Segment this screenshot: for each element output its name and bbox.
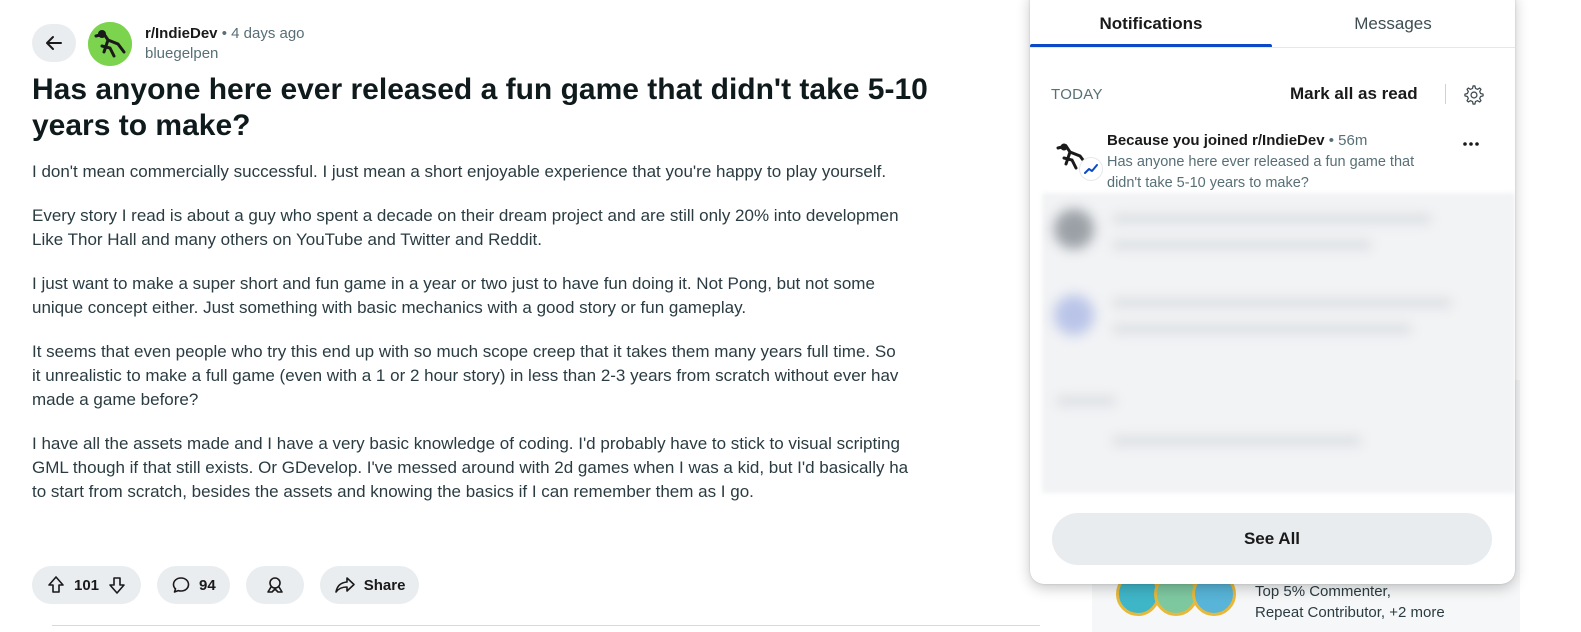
award-icon bbox=[266, 577, 283, 593]
notification-more-button[interactable] bbox=[1458, 134, 1484, 154]
mark-all-read-button[interactable]: Mark all as read bbox=[1290, 84, 1418, 104]
see-all-button[interactable]: See All bbox=[1052, 513, 1492, 565]
vote-bar: 101 bbox=[32, 566, 142, 604]
share-button[interactable]: Share bbox=[319, 566, 420, 604]
divider bbox=[1445, 84, 1446, 104]
achievements-line: Repeat Contributor, +2 more bbox=[1255, 604, 1445, 621]
blurred-row bbox=[1042, 279, 1515, 365]
post-title-line: Has anyone here ever released a fun game… bbox=[32, 73, 928, 106]
notification-settings-button[interactable] bbox=[1462, 83, 1486, 107]
post-body-line: unique concept either. Just something wi… bbox=[32, 298, 747, 317]
arrow-up-icon[interactable] bbox=[46, 575, 66, 595]
trending-badge-icon bbox=[1080, 158, 1102, 180]
post-body-line: Every story I read is about a guy who sp… bbox=[32, 206, 899, 225]
gear-icon bbox=[1464, 85, 1484, 105]
post-meta: r/IndieDev • 4 days ago bluegelpen bbox=[145, 24, 305, 64]
notification-body: Has anyone here ever released a fun game… bbox=[1107, 154, 1415, 191]
notifications-popover: Notifications Messages TODAY Mark all as… bbox=[1030, 0, 1515, 584]
post-body-line: made a game before? bbox=[32, 390, 199, 409]
notification-separator: • bbox=[1324, 132, 1339, 149]
divider bbox=[1030, 47, 1515, 48]
post-body-line: I just want to make a super short and fu… bbox=[32, 274, 875, 293]
notification-title: Because you joined r/IndieDev • 56m bbox=[1107, 132, 1367, 149]
section-label: TODAY bbox=[1051, 86, 1103, 103]
post-body-line: Like Thor Hall and many others on YouTub… bbox=[32, 230, 543, 249]
post-body-line: I don't mean commercially successful. I … bbox=[32, 162, 887, 181]
back-button[interactable] bbox=[32, 24, 76, 62]
meta-separator: • bbox=[221, 25, 227, 42]
comments-button[interactable]: 94 bbox=[157, 566, 230, 604]
post-paragraph: I have all the assets made and I have a … bbox=[32, 432, 1040, 504]
post-title: Has anyone here ever released a fun game… bbox=[32, 72, 1032, 144]
popover-tabs: Notifications Messages bbox=[1030, 0, 1515, 48]
blurred-notifications bbox=[1042, 193, 1515, 493]
post-body-line: it unrealistic to make a full game (even… bbox=[32, 366, 899, 385]
tab-messages[interactable]: Messages bbox=[1272, 0, 1514, 48]
subreddit-avatar[interactable] bbox=[88, 22, 132, 66]
share-label: Share bbox=[363, 576, 406, 594]
notification-item[interactable]: Because you joined r/IndieDev • 56m Has … bbox=[1030, 128, 1515, 194]
blurred-row bbox=[1042, 365, 1515, 451]
notification-reason: Because you joined bbox=[1107, 132, 1253, 149]
post-paragraph: I just want to make a super short and fu… bbox=[32, 272, 1040, 320]
achievements-line: Top 5% Commenter, bbox=[1255, 583, 1391, 600]
post-time: 4 days ago bbox=[231, 25, 305, 42]
post-paragraph: It seems that even people who try this e… bbox=[32, 340, 1040, 412]
post-paragraph: Every story I read is about a guy who sp… bbox=[32, 204, 1040, 252]
notification-time: 56m bbox=[1338, 132, 1368, 149]
post-body-line: GML though if that still exists. Or GDev… bbox=[32, 458, 909, 477]
post-title-line: years to make? bbox=[32, 109, 251, 142]
vote-count: 101 bbox=[74, 576, 100, 594]
arrow-down-icon[interactable] bbox=[107, 575, 127, 595]
blurred-row bbox=[1042, 193, 1515, 279]
post-body-line: It seems that even people who try this e… bbox=[32, 342, 896, 361]
comment-count: 94 bbox=[199, 576, 216, 594]
subreddit-link[interactable]: r/IndieDev bbox=[145, 25, 218, 42]
post-body: I don't mean commercially successful. I … bbox=[32, 160, 1040, 524]
post-body-line: to start from scratch, besides the asset… bbox=[32, 482, 754, 501]
award-button[interactable] bbox=[245, 566, 304, 604]
share-arrow-icon bbox=[334, 577, 355, 593]
arrow-left-icon bbox=[46, 36, 62, 50]
notification-subreddit: r/IndieDev bbox=[1252, 132, 1325, 149]
post-detail: r/IndieDev • 4 days ago bluegelpen Has a… bbox=[0, 0, 1040, 632]
divider bbox=[52, 625, 1040, 626]
achievements-text[interactable]: Top 5% Commenter, Repeat Contributor, +2… bbox=[1255, 581, 1445, 623]
post-body-line: I have all the assets made and I have a … bbox=[32, 434, 900, 453]
post-paragraph: I don't mean commercially successful. I … bbox=[32, 160, 1040, 184]
author-link[interactable]: bluegelpen bbox=[145, 44, 305, 64]
comment-bubble-icon bbox=[172, 577, 190, 593]
post-actions: 101 94 Share bbox=[32, 566, 420, 604]
more-dots-icon bbox=[1463, 142, 1479, 146]
tab-notifications[interactable]: Notifications bbox=[1030, 0, 1272, 48]
